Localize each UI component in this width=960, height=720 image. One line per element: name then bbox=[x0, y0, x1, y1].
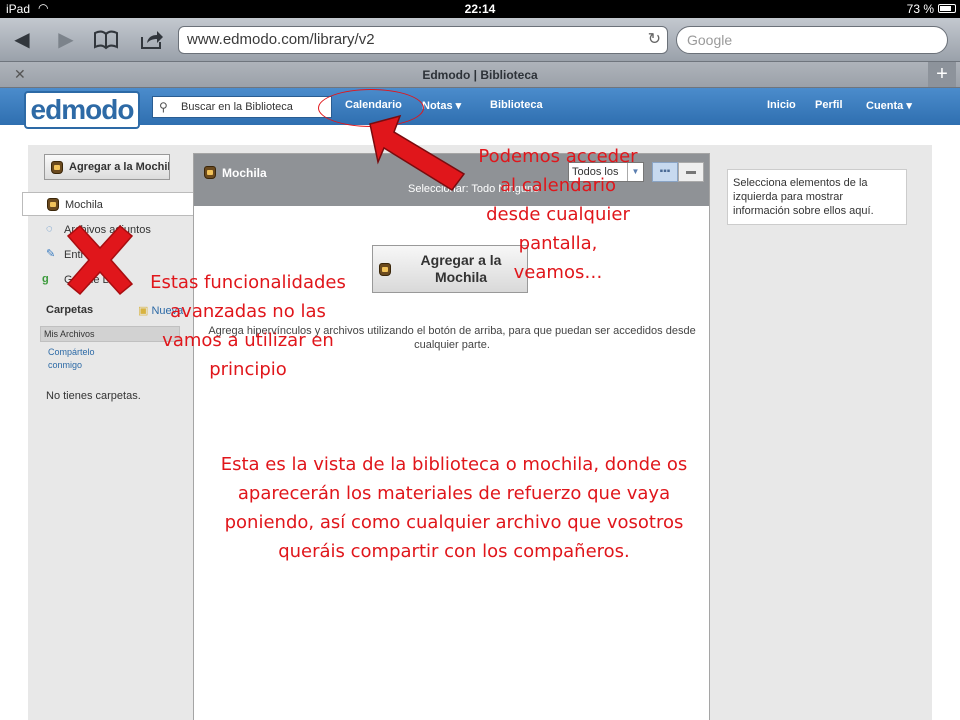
tab-bar: ✕ Edmodo | Biblioteca + bbox=[0, 62, 960, 88]
sidebar-item-backpack[interactable]: Mochila bbox=[22, 192, 194, 216]
battery-icon bbox=[938, 4, 956, 13]
back-icon[interactable]: ◀ bbox=[8, 26, 36, 54]
edmodo-logo[interactable]: edmodo bbox=[24, 91, 140, 129]
no-folders-text: No tienes carpetas. bbox=[46, 390, 141, 402]
url-text: www.edmodo.com/library/v2 bbox=[187, 31, 375, 48]
backpack-icon bbox=[379, 263, 391, 276]
bookmarks-icon[interactable] bbox=[92, 26, 120, 54]
grid-view-icon[interactable]: ▪▪▪ bbox=[652, 162, 678, 182]
library-search-input[interactable]: ⚲ Buscar en la Biblioteca bbox=[152, 96, 332, 118]
site-navbar: edmodo ⚲ Buscar en la Biblioteca Calenda… bbox=[0, 88, 960, 129]
list-view-icon[interactable]: ▬ bbox=[678, 162, 704, 182]
nav-profile[interactable]: Perfil bbox=[815, 99, 843, 111]
red-cross-icon bbox=[66, 224, 134, 296]
status-bar: iPad ◠ 22:14 73 % bbox=[0, 0, 960, 18]
speech-bubble-icon: ◌ bbox=[46, 223, 53, 235]
share-icon[interactable] bbox=[138, 26, 166, 54]
screen: iPad ◠ 22:14 73 % ◀ ▶ www.edmodo.com/lib… bbox=[0, 0, 960, 720]
tab-title[interactable]: Edmodo | Biblioteca bbox=[0, 68, 960, 82]
reload-icon[interactable]: ↻ bbox=[648, 27, 661, 53]
add-to-backpack-button[interactable]: Agregar a la Mochila bbox=[44, 154, 170, 180]
browser-toolbar: ◀ ▶ www.edmodo.com/library/v2 ↻ Google bbox=[0, 18, 960, 62]
library-search-placeholder: Buscar en la Biblioteca bbox=[181, 101, 293, 113]
annotation-library-view: Esta es la vista de la biblioteca o moch… bbox=[220, 454, 688, 562]
add-to-backpack-label: Agregar a la Mochila bbox=[69, 161, 170, 173]
panel-title: Mochila bbox=[222, 166, 267, 180]
info-box: Selecciona elementos de la izquierda par… bbox=[727, 169, 907, 225]
nav-account[interactable]: Cuenta ▾ bbox=[866, 99, 912, 112]
battery-percentage: 73 % bbox=[906, 2, 934, 16]
shared-with-me-link[interactable]: Compártelo conmigo bbox=[48, 346, 128, 372]
backpack-icon bbox=[204, 166, 216, 179]
nav-library[interactable]: Biblioteca bbox=[490, 99, 543, 111]
annotation-advanced-features: Estas funcionalidades avanzadas no las v… bbox=[150, 272, 346, 380]
folder-icon: ▣ bbox=[138, 305, 149, 317]
clock: 22:14 bbox=[464, 2, 496, 16]
backpack-icon bbox=[51, 161, 63, 174]
google-icon: g bbox=[42, 273, 49, 285]
backpack-icon bbox=[47, 198, 59, 211]
sidebar-item-label: Mochila bbox=[65, 199, 103, 211]
address-bar[interactable]: www.edmodo.com/library/v2 ↻ bbox=[178, 26, 668, 54]
search-icon: ⚲ bbox=[159, 100, 168, 114]
nav-home[interactable]: Inicio bbox=[767, 99, 796, 111]
new-tab-icon[interactable]: + bbox=[928, 62, 956, 87]
pencil-icon: ✎ bbox=[46, 248, 56, 260]
search-field[interactable]: Google bbox=[676, 26, 948, 54]
annotation-calendar: Podemos acceder al calendario desde cual… bbox=[478, 146, 638, 283]
red-arrow-icon bbox=[369, 114, 466, 191]
forward-icon[interactable]: ▶ bbox=[52, 26, 80, 54]
folders-heading: Carpetas bbox=[46, 304, 94, 316]
